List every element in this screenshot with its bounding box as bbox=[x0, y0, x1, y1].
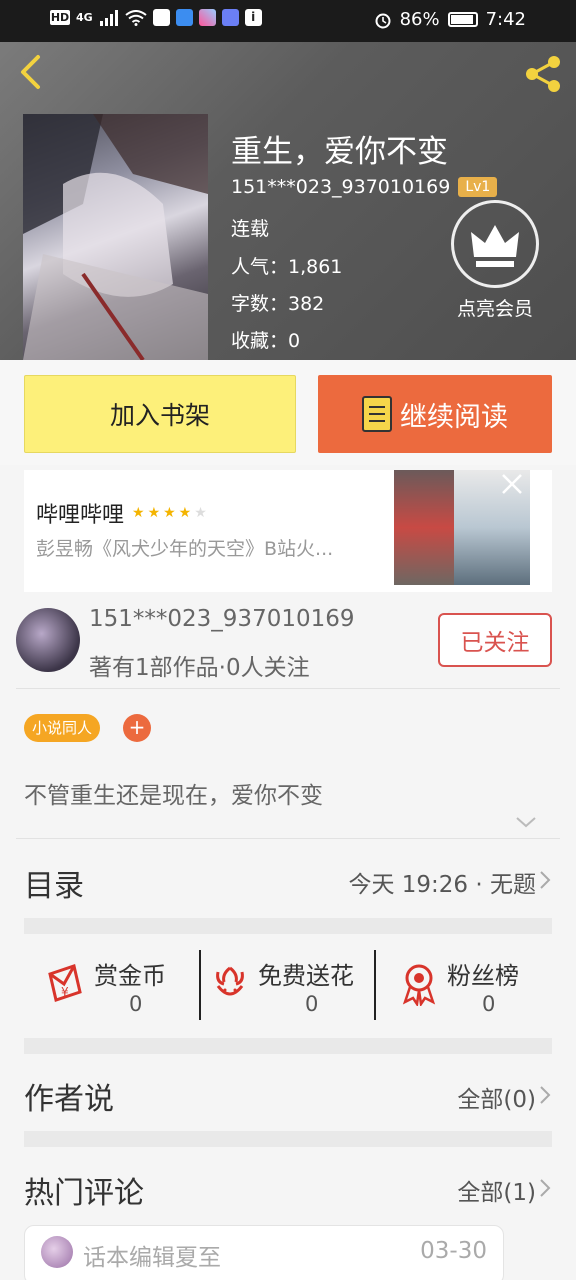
section-separator bbox=[24, 1131, 552, 1147]
reward-coin[interactable]: ¥ 赏金币 0 bbox=[24, 934, 199, 1038]
status-bar: HD 4G i 86% 7:42 bbox=[0, 0, 576, 42]
add-tag-button[interactable]: + bbox=[123, 714, 151, 742]
cover-art bbox=[23, 114, 208, 360]
vip-circle bbox=[451, 200, 539, 288]
app-notif-icon bbox=[198, 9, 216, 26]
alarm-icon bbox=[375, 13, 391, 28]
section-separator bbox=[24, 1038, 552, 1054]
ad-description: 彭昱畅《风犬少年的天空》B站火... bbox=[36, 538, 334, 560]
reward-fans-value: 0 bbox=[482, 992, 496, 1016]
chevron-left-icon[interactable] bbox=[16, 54, 46, 90]
author-says-all[interactable]: 全部(0) bbox=[457, 1080, 536, 1114]
hot-comments-all[interactable]: 全部(1) bbox=[457, 1173, 536, 1207]
book-author-line: 151***023_937010169 Lv1 bbox=[231, 176, 498, 198]
chevron-down-icon[interactable] bbox=[514, 814, 538, 830]
book-author[interactable]: 151***023_937010169 bbox=[231, 176, 450, 198]
reward-flower-label: 免费送花 bbox=[258, 962, 354, 990]
svg-text:¥: ¥ bbox=[61, 985, 69, 999]
ad-title-row: 哔哩哔哩 ★★★★★ bbox=[36, 497, 210, 529]
hot-comments-label: 热门评论 bbox=[24, 1176, 144, 1211]
author-name[interactable]: 151***023_937010169 bbox=[89, 606, 355, 632]
ad-banner[interactable]: 哔哩哔哩 ★★★★★ 彭昱畅《风犬少年的天空》B站火... bbox=[24, 470, 552, 592]
info-icon: i bbox=[244, 9, 262, 26]
hd-indicator: HD bbox=[50, 10, 70, 25]
vip-button[interactable]: 点亮会员 bbox=[448, 200, 542, 321]
comment-date: 03-30 bbox=[420, 1238, 487, 1264]
catalog-latest[interactable]: 今天 19:26 · 无题 bbox=[348, 865, 536, 899]
reward-fans[interactable]: 粉丝榜 0 bbox=[377, 934, 552, 1038]
battery-percent: 86% bbox=[399, 9, 440, 30]
add-to-shelf-button[interactable]: 加入书架 bbox=[24, 375, 296, 453]
vip-label: 点亮会员 bbox=[456, 298, 533, 320]
wifi-icon bbox=[125, 9, 147, 26]
catalog-label[interactable]: 目录 bbox=[24, 861, 84, 905]
continue-reading-label: 继续阅读 bbox=[400, 401, 508, 433]
author-says-label: 作者说 bbox=[24, 1082, 114, 1117]
add-to-shelf-label: 加入书架 bbox=[109, 401, 210, 430]
book-word-count: 字数：382 bbox=[231, 293, 325, 315]
author-stats: 著有1部作品·0人关注 bbox=[89, 655, 310, 681]
ad-title: 哔哩哔哩 bbox=[36, 503, 125, 528]
follow-button[interactable]: 已关注 bbox=[438, 613, 552, 667]
status-left: HD 4G i bbox=[50, 9, 262, 26]
clock: 7:42 bbox=[485, 9, 526, 30]
battery-icon bbox=[447, 12, 478, 27]
follow-label: 已关注 bbox=[460, 630, 530, 656]
close-icon[interactable] bbox=[500, 472, 524, 496]
book-header: 重生，爱你不变 151***023_937010169 Lv1 连载 人气：1,… bbox=[0, 42, 576, 360]
status-right: 86% 7:42 bbox=[374, 9, 526, 30]
book-icon bbox=[362, 396, 392, 432]
book-description: 不管重生还是现在，爱你不变 bbox=[24, 783, 323, 809]
section-separator bbox=[24, 918, 552, 934]
action-bar: 加入书架 继续阅读 bbox=[0, 360, 576, 465]
ribbon-badge-icon bbox=[402, 964, 436, 1006]
book-popularity: 人气：1,861 bbox=[231, 256, 343, 278]
chevron-right-icon[interactable] bbox=[538, 1084, 552, 1106]
network-type: 4G bbox=[76, 11, 93, 24]
ad-image bbox=[394, 470, 454, 585]
share-icon[interactable] bbox=[522, 54, 564, 94]
author-avatar[interactable] bbox=[16, 608, 80, 672]
book-status: 连载 bbox=[231, 218, 270, 240]
tag-fanfic[interactable]: 小说同人 bbox=[24, 714, 101, 742]
author-card: 151***023_937010169 著有1部作品·0人关注 已关注 bbox=[0, 600, 576, 688]
divider bbox=[374, 950, 376, 1020]
book-cover[interactable] bbox=[23, 114, 208, 360]
divider bbox=[199, 950, 201, 1020]
red-envelope-icon: ¥ bbox=[48, 964, 82, 1002]
chevron-right-icon[interactable] bbox=[538, 869, 552, 891]
reward-flower[interactable]: 免费送花 0 bbox=[202, 934, 374, 1038]
reward-fans-label: 粉丝榜 bbox=[447, 962, 519, 990]
book-title: 重生，爱你不变 bbox=[231, 134, 448, 170]
crown-icon bbox=[471, 225, 519, 267]
divider bbox=[16, 838, 560, 839]
flower-icon bbox=[216, 966, 244, 996]
reward-flower-value: 0 bbox=[305, 992, 319, 1016]
music-icon bbox=[221, 9, 239, 26]
chevron-right-icon[interactable] bbox=[538, 1177, 552, 1199]
reward-coin-value: 0 bbox=[129, 992, 143, 1016]
continue-reading-button[interactable]: 继续阅读 bbox=[318, 375, 552, 453]
app-notif-icon bbox=[175, 9, 193, 26]
reward-coin-label: 赏金币 bbox=[94, 962, 166, 990]
book-favorites: 收藏：0 bbox=[231, 330, 301, 352]
comment-card[interactable]: 话本编辑夏至 03-30 bbox=[24, 1225, 504, 1280]
signal-icon bbox=[99, 9, 118, 26]
level-badge: Lv1 bbox=[458, 177, 498, 197]
comment-avatar[interactable] bbox=[41, 1236, 73, 1268]
comment-user[interactable]: 话本编辑夏至 bbox=[83, 1238, 221, 1272]
ad-rating-stars: ★★★★★ bbox=[132, 505, 210, 521]
app-notif-icon bbox=[152, 9, 170, 26]
divider bbox=[16, 688, 560, 689]
rewards-bar: ¥ 赏金币 0 免费送花 0 粉丝榜 0 bbox=[24, 934, 552, 1038]
